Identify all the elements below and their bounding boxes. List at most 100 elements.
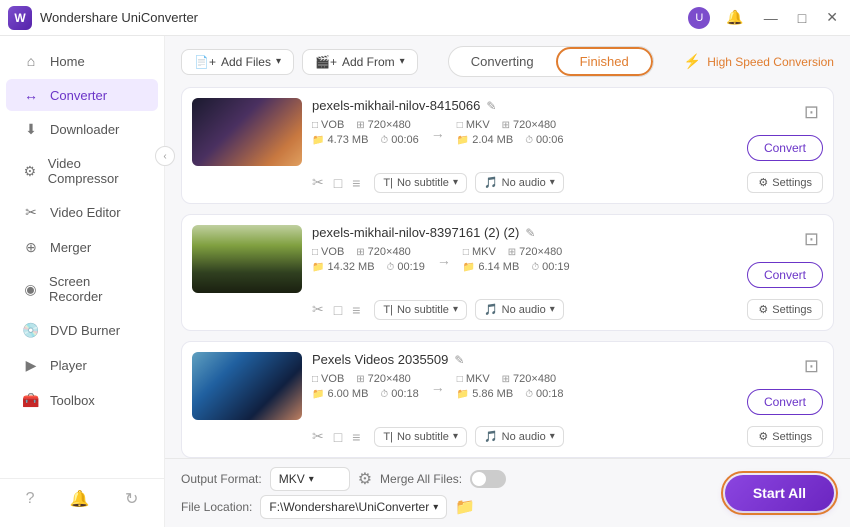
notifications-icon[interactable]: 🔔 <box>70 489 90 509</box>
format-settings-icon-1[interactable]: ⊡ <box>800 98 823 127</box>
card-top-3: Pexels Videos 2035509 ✎ □VOB ⊞720×480 📁 <box>192 352 823 420</box>
settings-button-1[interactable]: ⚙ Settings <box>747 172 823 193</box>
high-speed-label: High Speed Conversion <box>707 55 834 69</box>
bottom-left: Output Format: MKV ▾ ⚙ Merge All Files: … <box>181 467 506 519</box>
merge-files-label: Merge All Files: <box>380 472 462 486</box>
subtitle-dropdown-3[interactable]: T| No subtitle ▾ <box>374 427 467 447</box>
arrow-icon-1: → <box>423 125 453 141</box>
list-icon-2[interactable]: ≡ <box>352 302 360 318</box>
format-settings-icon-2[interactable]: ⊡ <box>800 225 823 254</box>
sidebar-item-home[interactable]: ⌂ Home <box>6 45 158 77</box>
video-card-2: pexels-mikhail-nilov-8397161 (2) (2) ✎ □… <box>181 214 834 331</box>
cards-area: pexels-mikhail-nilov-8415066 ✎ □VOB ⊞720… <box>165 87 850 458</box>
source-info-1: □VOB ⊞720×480 📁4.73 MB ⏱00:06 <box>312 119 419 146</box>
high-speed-conversion[interactable]: ⚡ High Speed Conversion <box>684 53 834 70</box>
settings-button-3[interactable]: ⚙ Settings <box>747 426 823 447</box>
card-bottom-3: ✂ □ ≡ T| No subtitle ▾ 🎵 No audio ▾ <box>192 426 823 447</box>
list-icon-1[interactable]: ≡ <box>352 175 360 191</box>
copy-icon-3[interactable]: □ <box>334 429 342 445</box>
card-meta-1: □VOB ⊞720×480 📁4.73 MB ⏱00:06 → <box>312 119 737 146</box>
copy-icon-2[interactable]: □ <box>334 302 342 318</box>
settings-button-2[interactable]: ⚙ Settings <box>747 299 823 320</box>
card-actions-1: ⊡ Convert <box>747 98 823 161</box>
card-actions-2: ⊡ Convert <box>747 225 823 288</box>
file-location-label: File Location: <box>181 500 252 514</box>
source-info-3: □VOB ⊞720×480 📁6.00 MB ⏱00:18 <box>312 373 419 400</box>
sidebar-label-video-compressor: Video Compressor <box>48 156 142 186</box>
convert-button-1[interactable]: Convert <box>747 135 823 161</box>
sidebar-item-merger[interactable]: ⊕ Merger <box>6 231 158 264</box>
help-icon[interactable]: ? <box>26 490 35 508</box>
card-title-row-1: pexels-mikhail-nilov-8415066 ✎ <box>312 98 737 113</box>
sidebar-item-screen-recorder[interactable]: ◉ Screen Recorder <box>6 266 158 312</box>
minimize-button[interactable]: — <box>760 8 782 28</box>
tab-converting[interactable]: Converting <box>449 49 556 74</box>
merge-files-toggle[interactable] <box>470 470 506 488</box>
bell-icon[interactable]: 🔔 <box>722 7 747 28</box>
file-location-row: File Location: F:\Wondershare\UniConvert… <box>181 495 506 519</box>
tab-finished[interactable]: Finished <box>556 47 653 76</box>
file-location-dropdown[interactable]: F:\Wondershare\UniConverter ▾ <box>260 495 447 519</box>
output-format-dropdown[interactable]: MKV ▾ <box>270 467 350 491</box>
sidebar-item-downloader[interactable]: ⬇ Downloader <box>6 113 158 146</box>
title-bar-controls: U 🔔 — □ ✕ <box>688 7 842 29</box>
start-all-button[interactable]: Start All <box>725 475 834 511</box>
edit-icon-3[interactable]: ✎ <box>454 353 464 367</box>
cut-icon-3[interactable]: ✂ <box>312 428 324 445</box>
refresh-icon[interactable]: ↻ <box>125 489 138 509</box>
card-info-1: pexels-mikhail-nilov-8415066 ✎ □VOB ⊞720… <box>312 98 737 146</box>
toolbar: 📄+ Add Files ▾ 🎬+ Add From ▾ Converting … <box>165 36 850 87</box>
sidebar-item-player[interactable]: ▶ Player <box>6 349 158 382</box>
subtitle-dropdown-2[interactable]: T| No subtitle ▾ <box>374 300 467 320</box>
format-settings-icon-3[interactable]: ⊡ <box>800 352 823 381</box>
tabs-container: Converting Finished <box>448 46 654 77</box>
format-settings-icon[interactable]: ⚙ <box>358 469 372 489</box>
close-button[interactable]: ✕ <box>822 7 842 28</box>
subtitle-dropdown-1[interactable]: T| No subtitle ▾ <box>374 173 467 193</box>
audio-dropdown-1[interactable]: 🎵 No audio ▾ <box>475 172 564 193</box>
sidebar-item-dvd-burner[interactable]: 💿 DVD Burner <box>6 314 158 347</box>
sidebar-item-video-compressor[interactable]: ⚙ Video Compressor <box>6 148 158 194</box>
downloader-icon: ⬇ <box>22 121 40 138</box>
add-files-button[interactable]: 📄+ Add Files ▾ <box>181 49 294 75</box>
card-title-row-3: Pexels Videos 2035509 ✎ <box>312 352 737 367</box>
sidebar-item-toolbox[interactable]: 🧰 Toolbox <box>6 384 158 417</box>
toolbar-left: 📄+ Add Files ▾ 🎬+ Add From ▾ <box>181 49 418 75</box>
cut-icon-2[interactable]: ✂ <box>312 301 324 318</box>
sidebar-item-video-editor[interactable]: ✂ Video Editor <box>6 196 158 229</box>
user-avatar[interactable]: U <box>688 7 710 29</box>
home-icon: ⌂ <box>22 53 40 69</box>
convert-button-2[interactable]: Convert <box>747 262 823 288</box>
maximize-button[interactable]: □ <box>794 8 810 28</box>
recorder-icon: ◉ <box>22 281 39 298</box>
card-title-2: pexels-mikhail-nilov-8397161 (2) (2) <box>312 225 519 240</box>
subtitle-icon-1: T| <box>383 177 393 189</box>
convert-button-3[interactable]: Convert <box>747 389 823 415</box>
toolbox-icon: 🧰 <box>22 392 40 409</box>
edit-icon-2[interactable]: ✎ <box>525 226 535 240</box>
sidebar-label-merger: Merger <box>50 240 91 255</box>
sidebar-collapse-button[interactable]: ‹ <box>155 146 175 166</box>
cut-icon-1[interactable]: ✂ <box>312 174 324 191</box>
main-layout: ⌂ Home ↔ Converter ⬇ Downloader ⚙ Video … <box>0 36 850 527</box>
arrow-icon-2: → <box>429 252 459 268</box>
add-from-button[interactable]: 🎬+ Add From ▾ <box>302 49 418 75</box>
sidebar-label-dvd-burner: DVD Burner <box>50 323 120 338</box>
sidebar-item-converter[interactable]: ↔ Converter <box>6 79 158 111</box>
settings-icon-2: ⚙ <box>758 303 768 316</box>
audio-dropdown-2[interactable]: 🎵 No audio ▾ <box>475 299 564 320</box>
app-title: Wondershare UniConverter <box>40 10 198 25</box>
dvd-icon: 💿 <box>22 322 40 339</box>
card-info-3: Pexels Videos 2035509 ✎ □VOB ⊞720×480 📁 <box>312 352 737 400</box>
card-tool-icons-2: ✂ □ ≡ <box>312 301 360 318</box>
edit-icon-1[interactable]: ✎ <box>486 99 496 113</box>
bottom-bar: Output Format: MKV ▾ ⚙ Merge All Files: … <box>165 458 850 527</box>
add-from-label: Add From <box>342 55 395 69</box>
card-title-3: Pexels Videos 2035509 <box>312 352 448 367</box>
browse-folder-icon[interactable]: 📁 <box>455 497 475 517</box>
list-icon-3[interactable]: ≡ <box>352 429 360 445</box>
copy-icon-1[interactable]: □ <box>334 175 342 191</box>
card-info-2: pexels-mikhail-nilov-8397161 (2) (2) ✎ □… <box>312 225 737 273</box>
audio-dropdown-3[interactable]: 🎵 No audio ▾ <box>475 426 564 447</box>
card-actions-3: ⊡ Convert <box>747 352 823 415</box>
